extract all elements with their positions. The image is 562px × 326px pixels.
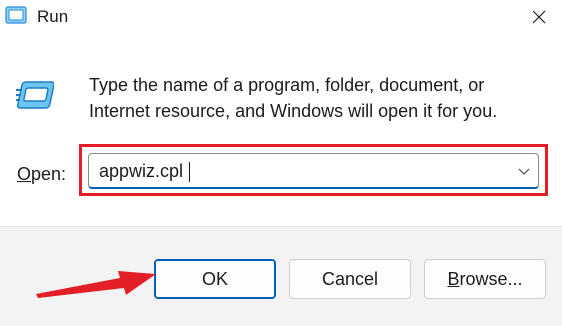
- run-dialog: Run Type the name of a program, folder, …: [0, 0, 562, 326]
- title-bar: Run: [0, 0, 562, 40]
- close-icon: [532, 10, 546, 24]
- run-app-icon: [16, 81, 54, 109]
- window-title: Run: [37, 7, 69, 26]
- open-input[interactable]: [99, 154, 499, 188]
- text-cursor: [189, 162, 190, 182]
- run-icon: [5, 6, 27, 24]
- description-text: Type the name of a program, folder, docu…: [89, 75, 498, 121]
- close-button[interactable]: [516, 0, 562, 34]
- open-label-mnemonic: O: [17, 164, 32, 184]
- open-combobox[interactable]: [88, 153, 539, 189]
- red-arrow-annotation: [36, 271, 156, 298]
- browse-label-rest: rowse...: [459, 268, 523, 289]
- open-label-rest: pen:: [31, 164, 67, 184]
- ok-button[interactable]: OK: [154, 259, 276, 299]
- open-label: Open:: [17, 163, 66, 185]
- cancel-button[interactable]: Cancel: [289, 259, 411, 299]
- chevron-down-icon[interactable]: [516, 164, 532, 178]
- browse-mnemonic: B: [447, 268, 460, 289]
- browse-button[interactable]: Browse...: [424, 259, 546, 299]
